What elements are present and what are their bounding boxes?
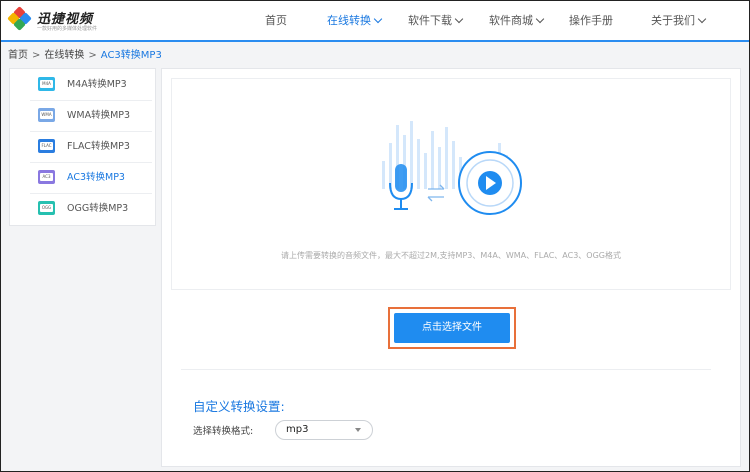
nav-software-download[interactable]: 软件下载	[408, 1, 464, 40]
nav-about-us[interactable]: 关于我们	[651, 1, 707, 40]
chevron-down-icon	[454, 14, 464, 24]
sidebar-item-label: AC3转换MP3	[67, 172, 125, 183]
sidebar-item-ogg-to-mp3[interactable]: OGG OGG转换MP3	[30, 193, 152, 224]
chevron-down-icon	[697, 14, 707, 24]
wma-file-icon: WMA	[38, 108, 55, 122]
nav-home-label: 首页	[265, 14, 287, 27]
m4a-file-icon: M4A	[38, 77, 55, 91]
section-divider	[181, 369, 711, 370]
nav-manual[interactable]: 操作手册	[569, 1, 613, 40]
upload-dropzone[interactable]: 请上传需要转换的音频文件，最大不超过2M,支持MP3、M4A、WMA、FLAC、…	[171, 78, 731, 290]
logo-tagline: 一款好用的多媒体处理软件	[37, 26, 98, 32]
main-panel: 请上传需要转换的音频文件，最大不超过2M,支持MP3、M4A、WMA、FLAC、…	[161, 68, 741, 467]
sidebar: M4A M4A转换MP3 WMA WMA转换MP3 FLAC FLAC转换MP3…	[9, 68, 156, 226]
highlight-box: 点击选择文件	[388, 307, 516, 349]
sidebar-item-m4a-to-mp3[interactable]: M4A M4A转换MP3	[30, 69, 152, 101]
sidebar-item-wma-to-mp3[interactable]: WMA WMA转换MP3	[30, 100, 152, 132]
breadcrumb-online-convert[interactable]: 在线转换	[44, 50, 84, 61]
select-file-button[interactable]: 点击选择文件	[394, 313, 510, 343]
top-header: 迅捷视频 一款好用的多媒体处理软件 首页 在线转换 软件下载 软件商城 操作手册…	[1, 1, 749, 40]
nav-software-download-label: 软件下载	[408, 14, 452, 27]
nav-software-store-label: 软件商城	[489, 14, 533, 27]
breadcrumb-home[interactable]: 首页	[8, 50, 28, 61]
nav-home[interactable]: 首页	[265, 1, 287, 40]
format-select-value: mp3	[286, 424, 309, 435]
breadcrumb-separator: >	[32, 50, 41, 61]
flac-file-icon: FLAC	[38, 139, 55, 153]
sidebar-item-label: FLAC转换MP3	[67, 141, 130, 152]
nav-online-convert[interactable]: 在线转换	[327, 1, 383, 40]
logo-mark-icon	[7, 6, 32, 31]
ogg-file-icon: OGG	[38, 201, 55, 215]
settings-title: 自定义转换设置:	[193, 399, 285, 414]
breadcrumb: 首页 > 在线转换 > AC3转换MP3	[8, 46, 162, 61]
nav-manual-label: 操作手册	[569, 14, 613, 27]
microphone-to-play-icon	[382, 121, 522, 215]
ac3-file-icon: AC3	[38, 170, 55, 184]
nav-software-store[interactable]: 软件商城	[489, 1, 545, 40]
caret-down-icon	[355, 428, 361, 432]
sidebar-item-label: WMA转换MP3	[67, 110, 131, 121]
chevron-down-icon	[373, 14, 383, 24]
format-label: 选择转换格式:	[193, 426, 254, 437]
chevron-down-icon	[535, 14, 545, 24]
header-accent-line	[1, 40, 749, 42]
sidebar-item-ac3-to-mp3[interactable]: AC3 AC3转换MP3	[30, 162, 152, 194]
nav-about-us-label: 关于我们	[651, 14, 695, 27]
breadcrumb-current: AC3转换MP3	[100, 50, 162, 61]
sidebar-item-label: M4A转换MP3	[67, 79, 127, 90]
sidebar-item-flac-to-mp3[interactable]: FLAC FLAC转换MP3	[30, 131, 152, 163]
breadcrumb-separator: >	[88, 50, 97, 61]
nav-online-convert-label: 在线转换	[327, 14, 371, 27]
format-select[interactable]: mp3	[275, 420, 373, 440]
upload-hint: 请上传需要转换的音频文件，最大不超过2M,支持MP3、M4A、WMA、FLAC、…	[281, 251, 621, 260]
site-logo[interactable]: 迅捷视频 一款好用的多媒体处理软件	[7, 6, 109, 34]
sidebar-item-label: OGG转换MP3	[67, 203, 129, 214]
